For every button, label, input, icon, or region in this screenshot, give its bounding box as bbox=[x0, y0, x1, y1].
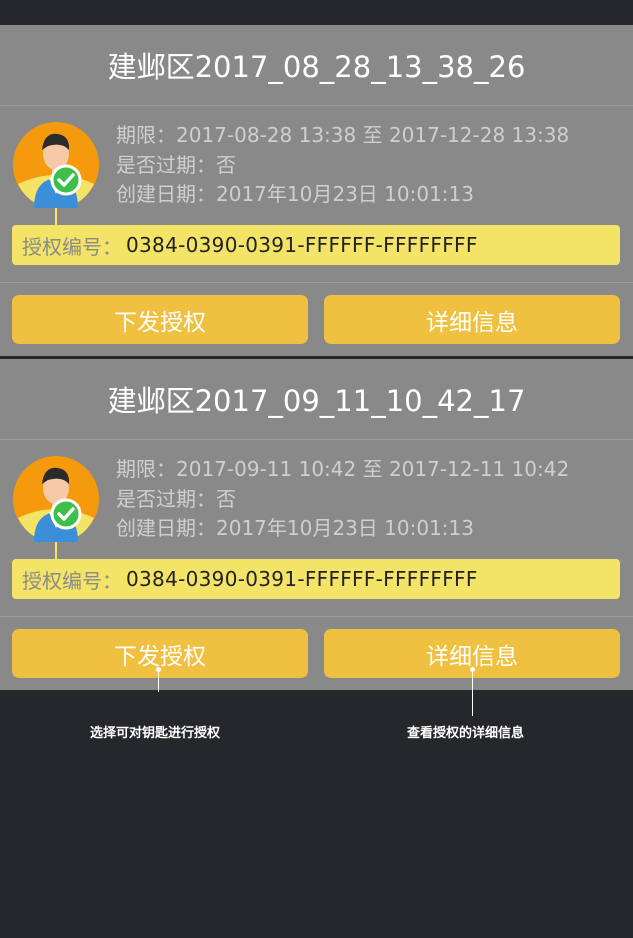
created-value: 2017年10月23日 10:01:13 bbox=[216, 516, 474, 540]
card-title: 建邺区2017_09_11_10_42_17 bbox=[107, 384, 526, 418]
created-row: 创建日期：2017年10月23日 10:01:13 bbox=[116, 514, 569, 544]
period-row: 期限：2017-09-11 10:42 至 2017-12-11 10:42 bbox=[116, 455, 569, 485]
created-label: 创建日期： bbox=[116, 182, 216, 206]
divider bbox=[0, 105, 633, 106]
expired-value: 否 bbox=[216, 152, 236, 177]
expired-value: 否 bbox=[216, 486, 236, 511]
details-button[interactable]: 详细信息 bbox=[324, 295, 620, 344]
auth-code-box: 授权编号： 0384-0390-0391-FFFFFF-FFFFFFFF bbox=[12, 559, 620, 599]
divider bbox=[0, 439, 633, 440]
authorization-card: 建邺区2017_08_28_13_38_26 期限：2017-08-28 13:… bbox=[0, 25, 633, 356]
detail-hint-caption: 查看授权的详细信息 bbox=[407, 726, 525, 741]
card-info: 期限：2017-09-11 10:42 至 2017-12-11 10:42 是… bbox=[116, 455, 569, 544]
expired-row: 是否过期：否 bbox=[116, 485, 569, 515]
status-bar bbox=[0, 0, 633, 25]
divider bbox=[0, 616, 633, 617]
check-badge-icon bbox=[50, 498, 82, 530]
period-label: 期限： bbox=[116, 123, 176, 147]
auth-code-value: 0384-0390-0391-FFFFFF-FFFFFFFF bbox=[126, 233, 478, 257]
card-info: 期限：2017-08-28 13:38 至 2017-12-28 13:38 是… bbox=[116, 121, 569, 210]
period-value: 2017-08-28 13:38 至 2017-12-28 13:38 bbox=[176, 123, 570, 147]
divider bbox=[0, 282, 633, 283]
created-row: 创建日期：2017年10月23日 10:01:13 bbox=[116, 180, 569, 210]
auth-code-value: 0384-0390-0391-FFFFFF-FFFFFFFF bbox=[126, 567, 478, 591]
expired-label: 是否过期： bbox=[116, 152, 216, 177]
issue-hint-caption: 选择可对钥匙进行授权 bbox=[90, 726, 221, 741]
issue-authorization-button[interactable]: 下发授权 bbox=[12, 295, 308, 344]
auth-code-label: 授权编号： bbox=[22, 568, 122, 593]
auth-code-label: 授权编号： bbox=[22, 234, 122, 259]
created-label: 创建日期： bbox=[116, 516, 216, 540]
period-label: 期限： bbox=[116, 457, 176, 481]
user-avatar-icon bbox=[13, 122, 99, 208]
user-avatar-icon bbox=[13, 456, 99, 542]
check-badge-icon bbox=[50, 164, 82, 196]
created-value: 2017年10月23日 10:01:13 bbox=[216, 182, 474, 206]
expired-row: 是否过期：否 bbox=[116, 151, 569, 181]
annotation-line bbox=[158, 670, 159, 692]
authorization-card: 建邺区2017_09_11_10_42_17 期限：2017-09-11 10:… bbox=[0, 359, 633, 690]
auth-code-box: 授权编号： 0384-0390-0391-FFFFFF-FFFFFFFF bbox=[12, 225, 620, 265]
annotation-line bbox=[472, 670, 473, 716]
period-row: 期限：2017-08-28 13:38 至 2017-12-28 13:38 bbox=[116, 121, 569, 151]
expired-label: 是否过期： bbox=[116, 486, 216, 511]
card-title: 建邺区2017_08_28_13_38_26 bbox=[107, 50, 526, 84]
period-value: 2017-09-11 10:42 至 2017-12-11 10:42 bbox=[176, 457, 570, 481]
